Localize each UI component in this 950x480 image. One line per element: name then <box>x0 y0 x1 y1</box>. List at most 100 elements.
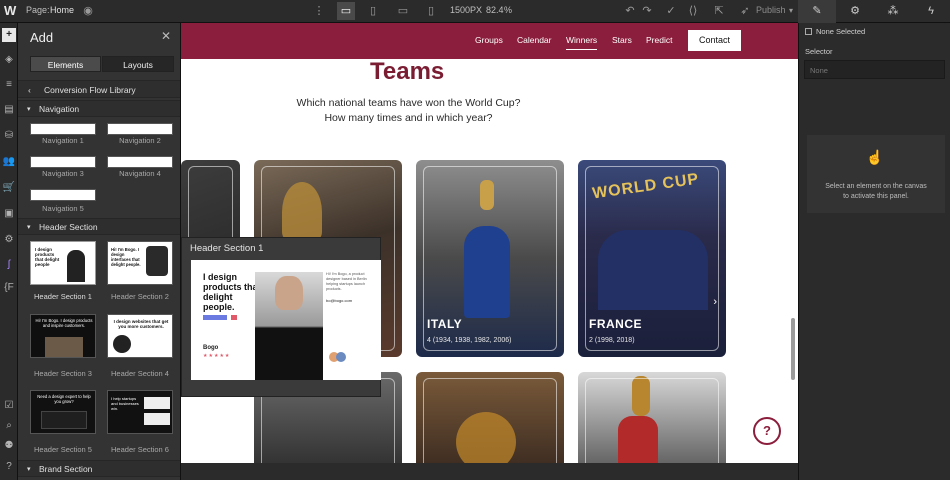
navigation-thumb-4[interactable] <box>107 156 173 168</box>
pages-icon[interactable]: ▤ <box>2 103 16 117</box>
help-badge[interactable]: ? <box>753 417 781 445</box>
section-brand[interactable]: ▾ Brand Section <box>18 460 180 477</box>
style-brush-icon[interactable]: ✎ <box>798 0 836 23</box>
settings-icon[interactable]: ⚙ <box>2 233 16 247</box>
eye-icon[interactable]: ◉ <box>81 4 95 18</box>
team-titles: 4 (1934, 1938, 1982, 2006) <box>427 337 512 344</box>
code-icon[interactable]: {F <box>2 281 16 295</box>
thumb-label: Header Section 3 <box>34 369 92 378</box>
redo-icon[interactable]: ↷ <box>640 4 654 18</box>
publish-button[interactable]: Publish <box>756 5 786 15</box>
cms-icon[interactable]: ⛁ <box>2 129 16 143</box>
chevron-down-icon[interactable]: ▾ <box>784 4 798 18</box>
undo-icon[interactable]: ↶ <box>623 4 637 18</box>
navigation-thumb-3[interactable] <box>30 156 96 168</box>
section-navigation[interactable]: ▾ Navigation <box>18 100 180 117</box>
apps-icon[interactable]: ⚉ <box>2 439 16 453</box>
card-image <box>144 397 170 409</box>
nav-link-calendar[interactable]: Calendar <box>517 35 552 45</box>
audit-icon[interactable]: ☑ <box>2 399 16 413</box>
code-icon[interactable]: ⟨⟩ <box>686 4 700 18</box>
nav-link-winners[interactable]: Winners <box>566 35 598 50</box>
nav-link-groups[interactable]: Groups <box>475 35 503 45</box>
settings-gear-icon[interactable]: ⚙ <box>836 0 874 23</box>
preview-title: Header Section 1 <box>190 243 264 254</box>
search-icon[interactable]: ⌕ <box>2 419 16 433</box>
chevron-down-icon: ▾ <box>27 224 31 231</box>
page-label: Page: <box>26 5 50 15</box>
empty-message-line1: Select an element on the canvas <box>825 183 927 190</box>
section-header[interactable]: ▾ Header Section <box>18 218 180 235</box>
rocket-icon[interactable]: ➶ <box>738 4 752 18</box>
webflow-logo[interactable]: W <box>4 3 16 18</box>
tab-elements[interactable]: Elements <box>30 56 101 72</box>
help-icon[interactable]: ? <box>2 460 16 474</box>
team-titles: 2 (1998, 2018) <box>589 337 635 344</box>
header-thumb-3[interactable]: Hi! I'm Bogo. I design products and insp… <box>30 314 96 358</box>
avatar <box>336 352 346 362</box>
page-title: Teams <box>370 58 445 85</box>
none-selected-label: None Selected <box>816 27 866 36</box>
more-vertical-icon[interactable]: ⋮ <box>312 4 326 18</box>
navigation-thumb-5[interactable] <box>30 189 96 201</box>
header-thumb-2[interactable]: Hi! I'm Bogo. I design interfaces that d… <box>107 241 173 285</box>
canvas-width-unit: PX <box>470 5 483 15</box>
chevron-right-icon[interactable]: › <box>713 296 717 308</box>
export-icon[interactable]: ⇱ <box>712 4 726 18</box>
add-icon[interactable]: + <box>2 28 16 42</box>
check-circle-icon[interactable]: ✓ <box>664 4 678 18</box>
intro-line-1: Which national teams have won the World … <box>296 97 521 109</box>
assets-icon[interactable]: ▣ <box>2 207 16 221</box>
thumb-text: I design products that delight people <box>35 247 60 267</box>
thumb-text: Hi! I'm Bogo. I design interfaces that d… <box>111 247 141 267</box>
card-frame <box>585 378 719 463</box>
layout-preview-popup: Header Section 1 I design products that … <box>181 237 381 397</box>
tab-layouts[interactable]: Layouts <box>102 56 174 72</box>
close-icon[interactable]: ✕ <box>161 29 171 43</box>
desktop-star-icon[interactable]: ▭ <box>337 2 355 20</box>
selector-input[interactable]: None <box>804 60 945 79</box>
tablet-icon[interactable]: ▯ <box>366 4 380 18</box>
nav-link-stars[interactable]: Stars <box>612 35 632 45</box>
logic-icon[interactable]: ʃ <box>2 258 16 272</box>
contact-button[interactable]: Contact <box>688 30 741 51</box>
card-image <box>41 411 87 429</box>
navigation-thumb-1[interactable] <box>30 123 96 135</box>
card-frame <box>423 378 557 463</box>
ecommerce-icon[interactable]: 🛒 <box>2 181 16 195</box>
page-name[interactable]: Home <box>50 5 74 15</box>
nav-link-predict[interactable]: Predict <box>646 35 672 45</box>
navigation-thumb-2[interactable] <box>107 123 173 135</box>
team-card-italy[interactable]: ITALY 4 (1934, 1938, 1982, 2006) <box>416 160 564 357</box>
header-thumb-6[interactable]: I help startups and businesses win. <box>107 390 173 434</box>
team-name: ITALY <box>427 317 463 331</box>
preview-email: bo@bogo.com <box>326 298 353 303</box>
canvas-scrollbar[interactable] <box>791 318 795 380</box>
header-thumb-1[interactable]: I design products that delight people <box>30 241 96 285</box>
canvas-width-value[interactable]: 1500 <box>450 5 470 15</box>
site-navbar: Groups Calendar Winners Stars Predict Co… <box>181 23 798 59</box>
thumb-label: Header Section 2 <box>111 292 169 301</box>
box-icon[interactable]: ◈ <box>2 53 16 67</box>
lightning-icon[interactable]: ϟ <box>912 0 950 23</box>
header-thumb-5[interactable]: Need a design expert to help you grow? <box>30 390 96 434</box>
section-label: Brand Section <box>39 464 93 474</box>
team-card[interactable] <box>416 372 564 463</box>
chevron-left-icon: ‹ <box>28 85 31 95</box>
selector-placeholder: None <box>810 66 828 75</box>
team-card-france[interactable]: WORLD CUP › FRANCE 2 (1998, 2018) <box>578 160 726 357</box>
selection-checkbox[interactable] <box>805 28 812 35</box>
section-label: Header Section <box>39 222 98 232</box>
landscape-phone-icon[interactable]: ▭ <box>396 4 410 18</box>
interactions-drops-icon[interactable]: ⁂ <box>874 0 912 23</box>
team-card[interactable] <box>578 372 726 463</box>
style-panel-tabs: ✎ ⚙ ⁂ ϟ <box>798 0 950 23</box>
thumb-label: Header Section 6 <box>111 445 169 454</box>
header-thumb-4[interactable]: I design websites that get you more cust… <box>107 314 173 358</box>
thumb-text: Hi! I'm Bogo. I design products and insp… <box>35 318 93 328</box>
navigator-icon[interactable]: ≡ <box>2 78 16 92</box>
library-back-row[interactable]: ‹ Conversion Flow Library <box>18 80 180 98</box>
users-icon[interactable]: 👥 <box>2 155 16 169</box>
zoom-value[interactable]: 82.4 <box>486 5 504 15</box>
phone-icon[interactable]: ▯ <box>424 4 438 18</box>
